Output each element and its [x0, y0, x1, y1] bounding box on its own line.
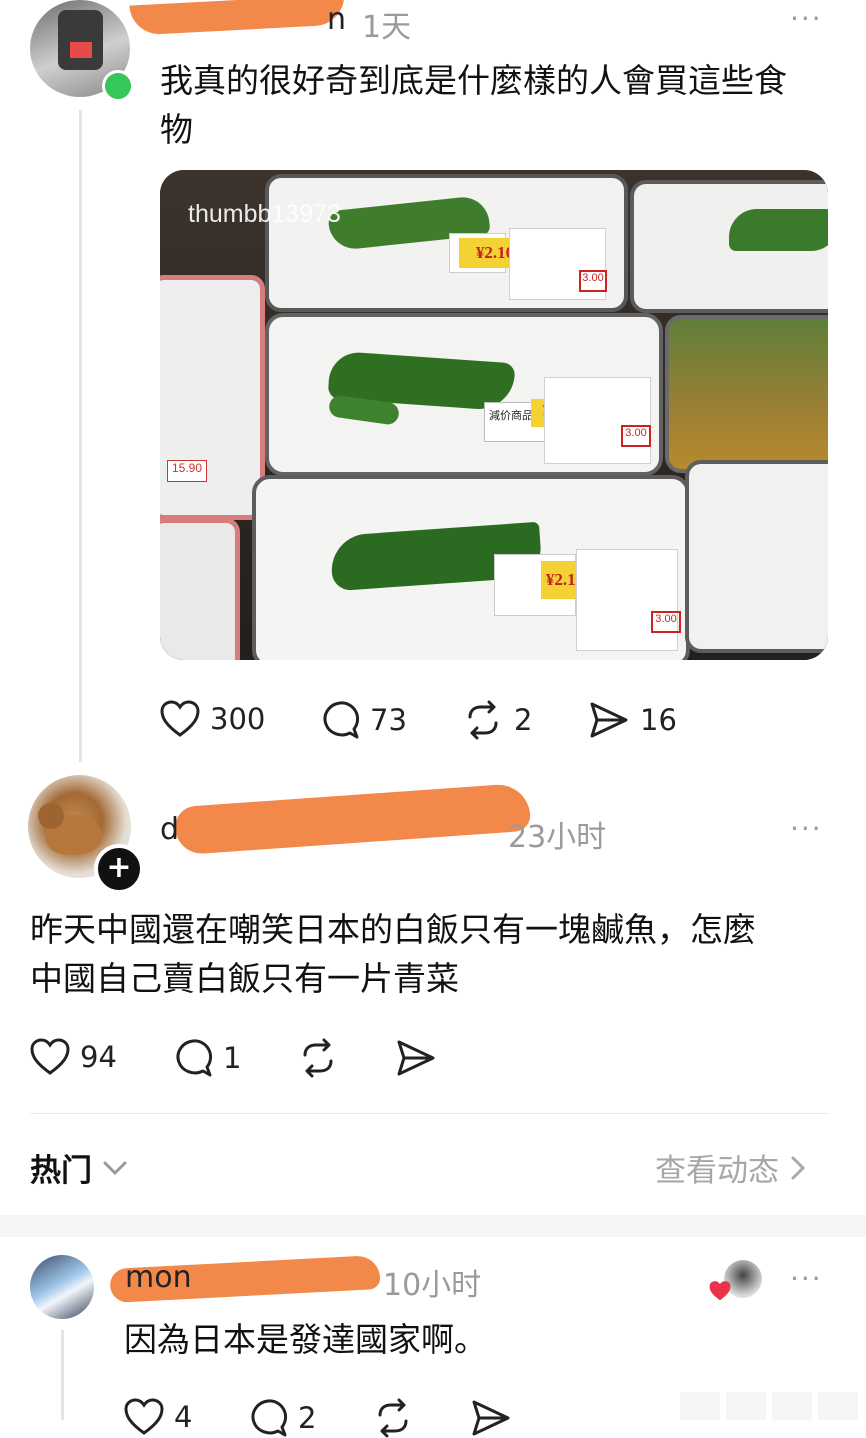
heart-icon: [709, 1281, 731, 1301]
post-text: 昨天中國還在嘲笑日本的白飯只有一塊鹹魚，怎麼 中國自己賣白飯只有一片青菜: [30, 910, 756, 998]
repost-button[interactable]: [372, 1398, 414, 1438]
heart-icon: [160, 700, 200, 737]
price-label: 3.00: [651, 611, 681, 633]
like-count: 4: [174, 1400, 193, 1434]
heart-icon: [30, 1038, 70, 1075]
username-redaction: [173, 782, 532, 856]
share-button[interactable]: 16: [588, 700, 677, 740]
thread-line: [61, 1330, 64, 1420]
chevron-right-icon: [791, 1156, 806, 1179]
more-options-button[interactable]: ···: [790, 2, 823, 35]
comment-button[interactable]: 73: [320, 700, 407, 740]
like-count: 94: [80, 1040, 117, 1074]
post-time: 23小时: [508, 820, 607, 855]
post-text: 我真的很好奇到底是什麼樣的人會買這些食 物: [160, 61, 787, 149]
food-container: [160, 518, 240, 660]
divider: [30, 1113, 830, 1114]
repost-icon: [468, 700, 498, 740]
section-title: 热门: [30, 1153, 92, 1189]
food-container: [665, 315, 828, 473]
send-icon: [472, 1400, 510, 1436]
comment-button[interactable]: 1: [173, 1038, 241, 1078]
view-activity-label: 查看动态: [655, 1153, 779, 1189]
post-image[interactable]: 15.90 ¥2.10 3.00 減价商品 ¥2.10 3.00 ¥2.10 3…: [160, 170, 828, 660]
more-options-button[interactable]: ···: [790, 812, 823, 845]
corner-watermark: [680, 1392, 860, 1420]
share-button[interactable]: [395, 1038, 437, 1078]
rice-box: [685, 460, 828, 653]
repost-count: 2: [514, 703, 533, 737]
follow-button[interactable]: +: [94, 844, 144, 894]
like-button[interactable]: 300: [160, 700, 265, 738]
online-status-dot: [102, 70, 134, 102]
send-icon: [590, 702, 628, 738]
image-watermark: thumbb13973: [188, 200, 341, 228]
share-button[interactable]: [470, 1398, 512, 1438]
rice-box: [630, 180, 828, 313]
rice-box: ¥2.10 3.00: [252, 475, 690, 660]
avatar[interactable]: [30, 1255, 94, 1319]
repost-button[interactable]: [297, 1038, 339, 1078]
like-count: 300: [210, 702, 266, 736]
comment-count: 1: [223, 1041, 242, 1075]
more-options-button[interactable]: ···: [790, 1262, 823, 1295]
post-time: 10小时: [383, 1268, 482, 1303]
price-label: 15.90: [167, 460, 207, 482]
username-redaction: [129, 0, 346, 36]
username[interactable]: mon: [125, 1260, 192, 1295]
thread-line: [79, 110, 82, 762]
comment-button[interactable]: 2: [248, 1398, 316, 1438]
comment-count: 73: [370, 703, 407, 737]
repost-icon: [303, 1038, 333, 1078]
repost-icon: [378, 1398, 408, 1438]
author-liked-badge: [708, 1260, 768, 1304]
comment-count: 2: [298, 1401, 317, 1435]
post-text: 因為日本是發達國家啊。: [124, 1320, 487, 1359]
rice-box: ¥2.10 3.00: [265, 174, 628, 312]
food-container: 15.90: [160, 275, 265, 520]
comment-icon: [323, 701, 360, 739]
username[interactable]: d: [160, 812, 179, 847]
price-label: 3.00: [621, 425, 651, 447]
like-button[interactable]: 4: [124, 1398, 192, 1436]
post-time: 1天: [362, 10, 412, 45]
view-activity-link[interactable]: 查看动态: [655, 1145, 807, 1190]
section-separator: [0, 1215, 866, 1237]
rice-box: 減价商品 ¥2.10 3.00: [265, 313, 663, 476]
like-button[interactable]: 94: [30, 1038, 117, 1076]
send-icon: [397, 1040, 435, 1076]
username[interactable]: n: [327, 2, 346, 37]
repost-button[interactable]: 2: [462, 700, 532, 740]
chevron-down-icon: [103, 1161, 127, 1175]
comment-icon: [176, 1039, 213, 1077]
price-label: 3.00: [579, 270, 607, 292]
sort-dropdown[interactable]: 热门: [30, 1145, 128, 1190]
comment-icon: [251, 1399, 288, 1437]
heart-icon: [124, 1398, 164, 1435]
share-count: 16: [640, 703, 677, 737]
